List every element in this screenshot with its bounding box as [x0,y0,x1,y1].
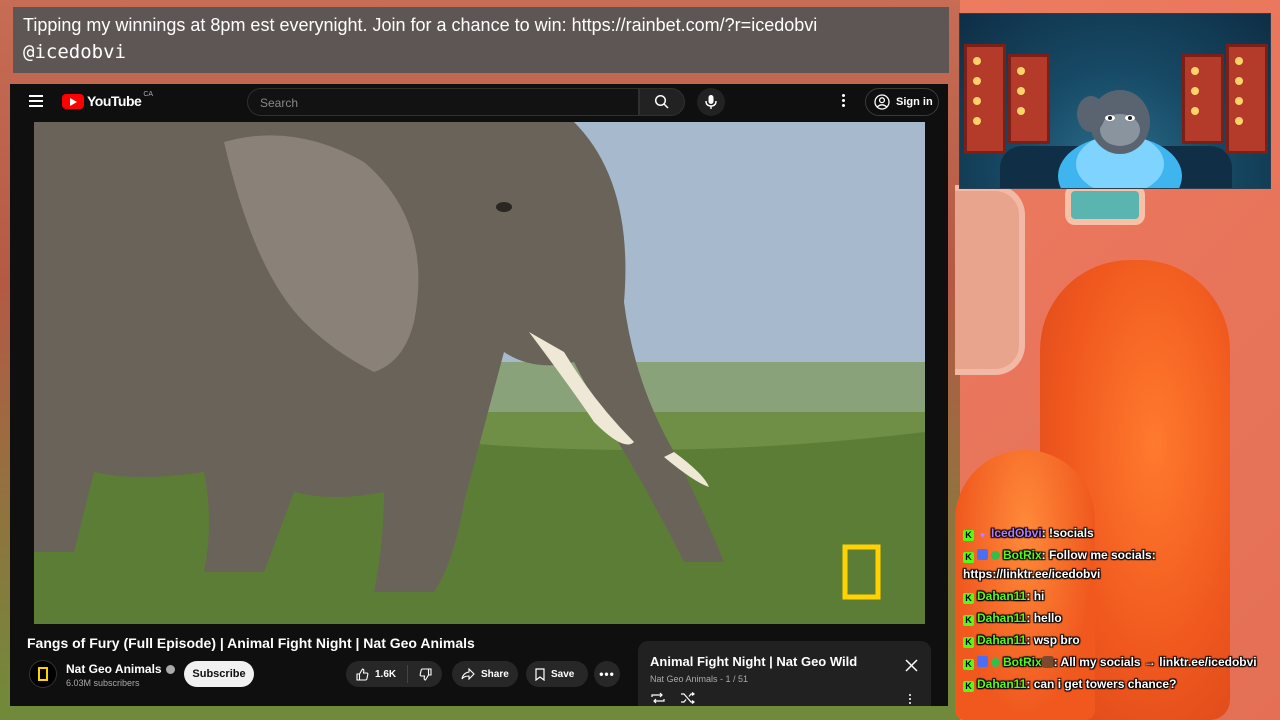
chat-message: K ♥ IcedObvi: !socials [963,524,1275,543]
video-title: Fangs of Fury (Full Episode) | Animal Fi… [27,635,475,651]
country-code: CA [143,90,154,98]
settings-kebab-icon[interactable] [842,94,846,110]
sign-in-button[interactable]: Sign in [865,88,939,116]
close-icon[interactable] [905,659,918,672]
arcade-cabinet-left [964,44,1006,154]
save-button[interactable]: Save [526,661,588,687]
youtube-header: YouTube CA Search Sign in [10,84,948,120]
more-actions-button[interactable]: ••• [594,661,620,687]
chat-username: Dahan11 [977,589,1027,603]
sign-in-label: Sign in [896,96,933,108]
streamer-handle: @icedobvi [23,41,126,63]
verified-icon [165,664,175,674]
background-window [1065,185,1145,225]
chat-text: : hello [1026,611,1062,625]
thumbs-up-icon [356,667,369,681]
microphone-icon [705,95,717,109]
loop-icon[interactable] [650,692,666,704]
chat-text: : wsp bro [1026,633,1080,647]
chat-message: K Dahan11: can i get towers chance? [963,675,1275,694]
chat-text: : hi [1026,589,1045,603]
subscribe-button[interactable]: Subscribe [184,661,254,687]
search-icon [654,94,669,109]
chat-message: K BotRix : All my socials → linktr.ee/iced… [963,653,1275,672]
kick-badge-icon: K [963,659,974,670]
playlist-menu-icon[interactable] [909,694,912,706]
like-button[interactable]: 1.6K [346,665,408,683]
background-door [955,185,1025,375]
chat-username: BotRix [1003,655,1042,669]
bot-badge-icon [977,549,988,560]
search-input[interactable]: Search [247,88,639,116]
tip-announcement: Tipping my winnings at 8pm est everynigh… [23,15,818,35]
chat-username: BotRix [1003,548,1042,562]
heart-badge-icon: ♥ [979,530,986,540]
kick-badge-icon: K [963,681,974,692]
youtube-window: YouTube CA Search Sign in Fangs of Fury … [10,84,948,706]
thumbs-down-icon [419,667,432,681]
playlist-subtitle: Nat Geo Animals - 1 / 51 [650,674,749,684]
share-button[interactable]: Share [452,661,518,687]
channel-name[interactable]: Nat Geo Animals [66,662,175,676]
chat-text: : All my socials → linktr.ee/icedobvi [1053,655,1257,669]
share-label: Share [481,668,509,680]
kick-badge-icon: K [963,530,974,541]
chat-text: : can i get towers chance? [1026,677,1177,691]
natgeo-avatar-icon [38,667,48,681]
kick-badge-icon: K [963,615,974,626]
voice-search-button[interactable] [697,88,725,116]
bookmark-icon [535,667,545,681]
chat-message: K Dahan11: hi [963,587,1275,606]
channel-name-text: Nat Geo Animals [66,662,162,676]
stream-chat: K ♥ IcedObvi: !socials K BotRix: Follow me … [963,524,1275,697]
arcade-cabinet-left-2 [1008,54,1050,144]
webcam-feed [959,13,1271,189]
chat-message: K Dahan11: wsp bro [963,631,1275,650]
stream-text-overlay: Tipping my winnings at 8pm est everynigh… [13,7,949,73]
playlist-panel: Animal Fight Night | Nat Geo Wild Nat Ge… [638,641,931,706]
shuffle-icon[interactable] [680,692,696,704]
gorilla-avatar [1058,90,1182,188]
youtube-logo[interactable]: YouTube CA [62,90,154,109]
subscriber-count: 6.03M subscribers [66,678,140,688]
video-frame-elephant [34,122,925,624]
search-button[interactable] [639,88,685,116]
bot-badge-icon [977,656,988,667]
video-player[interactable] [34,122,925,624]
kick-badge-icon: K [963,593,974,604]
youtube-play-icon [62,93,84,109]
playlist-title[interactable]: Animal Fight Night | Nat Geo Wild [650,654,857,669]
share-arrow-icon [461,668,475,680]
arcade-cabinet-right [1226,44,1268,154]
like-count: 1.6K [375,668,397,680]
chat-username: IcedObvi [991,526,1042,540]
chat-username: Dahan11 [977,677,1027,691]
dislike-button[interactable] [408,667,442,681]
arcade-cabinet-right-2 [1182,54,1224,144]
chat-username: Dahan11 [977,633,1027,647]
chat-message: K BotRix: Follow me socials: https://link… [963,546,1275,584]
chat-text: : !socials [1041,526,1094,540]
more-horizontal-icon: ••• [599,667,615,681]
chat-username: Dahan11 [977,611,1027,625]
like-dislike-group: 1.6K [346,661,442,687]
verified-badge-icon [991,551,1000,560]
account-icon [874,94,890,110]
kick-badge-icon: K [963,552,974,563]
verified-badge-icon [991,658,1000,667]
hand-emoji-icon [1041,656,1054,668]
channel-avatar[interactable] [29,660,57,688]
save-label: Save [551,668,575,680]
youtube-logo-text: YouTube [87,93,142,109]
chat-message: K Dahan11: hello [963,609,1275,628]
menu-icon[interactable] [29,95,43,107]
kick-badge-icon: K [963,637,974,648]
